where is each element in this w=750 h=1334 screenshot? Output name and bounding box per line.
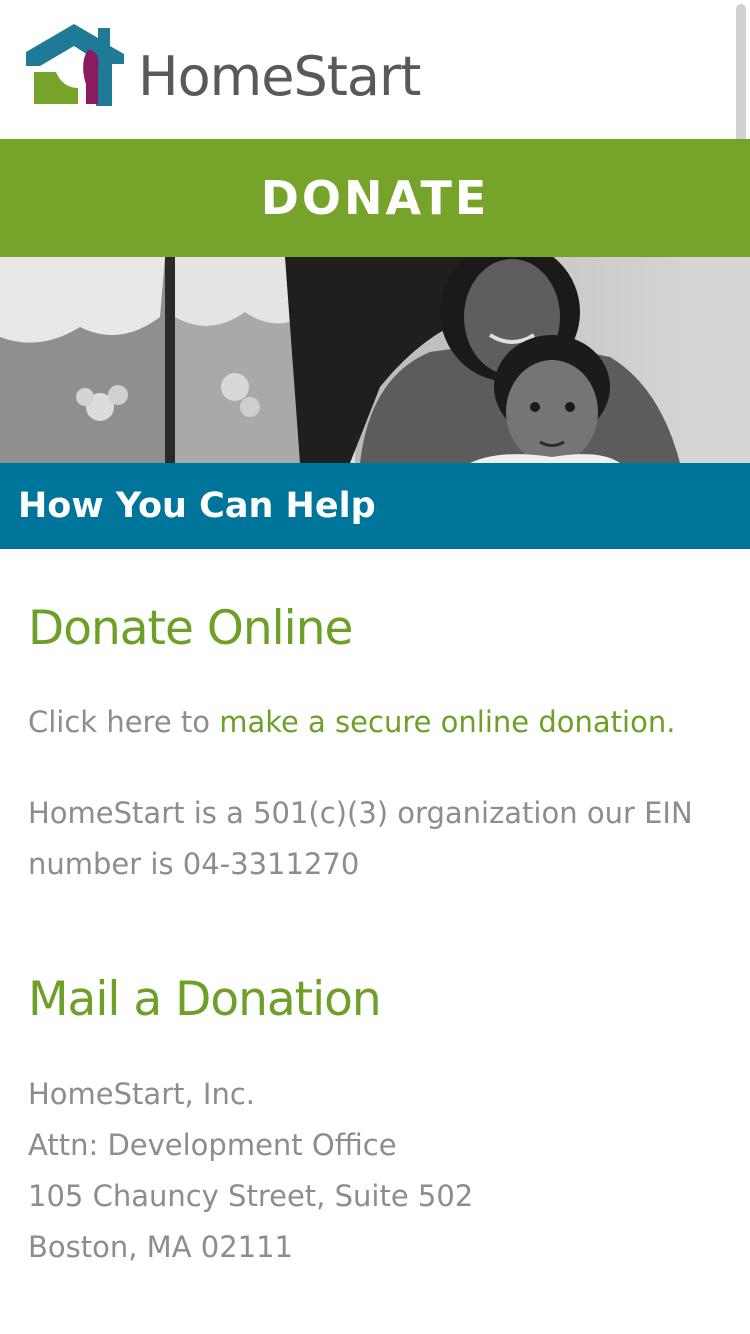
banner-title: DONATE <box>260 171 490 225</box>
homestart-logo[interactable]: HomeStart <box>26 22 421 108</box>
address-line: Attn: Development Office <box>28 1128 397 1162</box>
donate-online-text: Click here to make a secure online donat… <box>28 697 728 748</box>
hero-photo <box>0 257 750 463</box>
donate-online-lead: Click here to <box>28 705 220 739</box>
section-header: How You Can Help <box>0 463 750 549</box>
ein-line-2: number is 04-3311270 <box>28 847 360 881</box>
family-photo-icon <box>0 257 750 463</box>
mailing-address: HomeStart, Inc. Attn: Development Office… <box>28 1069 728 1273</box>
brand-name: HomeStart <box>138 45 421 108</box>
ein-text: HomeStart is a 501(c)(3) organization ou… <box>28 788 728 890</box>
secure-donation-link[interactable]: make a secure online donation. <box>219 705 675 739</box>
site-header: HomeStart <box>0 0 750 154</box>
donate-banner: DONATE <box>0 139 750 257</box>
section-title: How You Can Help <box>18 486 376 526</box>
address-line: HomeStart, Inc. <box>28 1077 256 1111</box>
house-logo-icon <box>26 24 124 106</box>
ein-line-1: HomeStart is a 501(c)(3) organization ou… <box>28 796 693 830</box>
address-line: Boston, MA 02111 <box>28 1230 294 1264</box>
scrollbar[interactable] <box>736 4 746 154</box>
address-line: 105 Chauncy Street, Suite 502 <box>28 1179 474 1213</box>
page: HomeStart DONATE How You Can Help Donate… <box>0 0 750 1334</box>
mail-donation-heading: Mail a Donation <box>28 972 382 1027</box>
donate-online-heading: Donate Online <box>28 601 353 656</box>
